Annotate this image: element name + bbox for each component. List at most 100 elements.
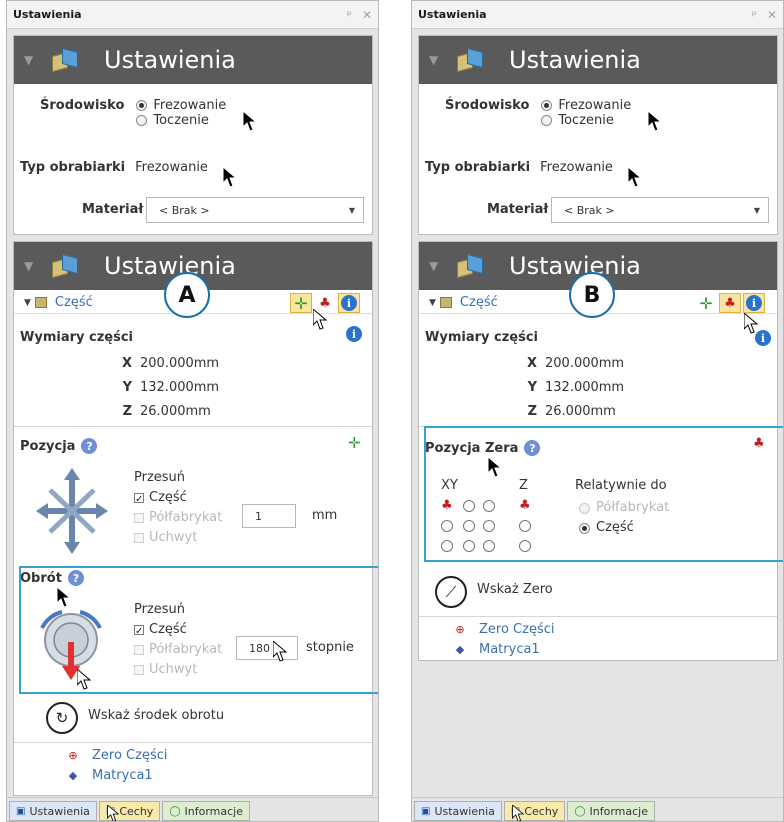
move-options: Przesuń Część Półfabrykat Uchwyt — [134, 468, 222, 548]
expand-triangle-icon[interactable]: ▼ — [429, 298, 436, 308]
tab-label: Informacje — [184, 804, 244, 818]
radio-label: Frezowanie — [558, 98, 632, 113]
tree-item-part-zero[interactable]: ⊕ Zero Części — [453, 622, 554, 637]
section-header[interactable]: ▼ Ustawienia — [419, 36, 777, 84]
move-arrows-icon: ✛ — [699, 293, 713, 313]
info-icon[interactable]: i — [755, 330, 771, 346]
move-label: Przesuń — [134, 470, 186, 485]
checkbox[interactable] — [134, 533, 144, 543]
checkbox[interactable] — [134, 490, 144, 510]
section-header[interactable]: ▼ Ustawienia — [14, 36, 372, 84]
checkbox-label: Półfabrykat — [149, 510, 223, 525]
info-tool-button[interactable]: i — [743, 293, 765, 313]
settings-panel-b: Ustawienia ᵖ ✕ ▼ Ustawienia Środowisko F… — [411, 0, 784, 822]
info-icon: i — [746, 295, 762, 311]
checkbox-blank[interactable]: Półfabrykat — [134, 508, 222, 528]
checkbox-part[interactable]: Część — [134, 488, 222, 510]
pick-rotation-center-button[interactable]: ↻ — [46, 702, 78, 734]
close-icon[interactable]: ✕ — [767, 8, 777, 22]
material-label: Materiał — [487, 202, 549, 217]
tab-info[interactable]: ◯ Informacje — [567, 801, 656, 821]
section-title: Ustawienia — [104, 46, 236, 74]
collapse-triangle-icon[interactable]: ▼ — [24, 53, 42, 67]
settings-tab-icon: ▣ — [421, 805, 431, 817]
chevron-down-icon[interactable]: ▼ — [754, 206, 760, 215]
tree-item-label: Matryca1 — [479, 642, 540, 657]
info-icon[interactable]: i — [346, 326, 362, 342]
chevron-down-icon[interactable]: ▼ — [349, 206, 355, 215]
tab-label: Ustawienia — [29, 804, 90, 818]
divider — [14, 742, 372, 743]
info-tab-icon: ◯ — [169, 805, 181, 817]
zero-axis-icon: ♣ — [319, 295, 331, 311]
zero-tool-button[interactable]: ♣ — [719, 293, 741, 313]
radio-button[interactable] — [136, 115, 148, 126]
tab-features[interactable]: ▣ Cechy — [503, 801, 566, 821]
material-dropdown[interactable]: < Brak > ▼ — [551, 197, 769, 223]
tree-item-die[interactable]: ◆ Matryca1 — [66, 768, 153, 783]
expand-triangle-icon[interactable]: ▼ — [24, 298, 31, 308]
pick-zero-button[interactable]: ⟋ — [435, 576, 467, 608]
radio-button[interactable] — [541, 115, 553, 126]
move-arrows-icon: ✛ — [348, 434, 361, 452]
zero-tool-button[interactable]: ♣ — [314, 293, 336, 313]
material-dropdown[interactable]: < Brak > ▼ — [146, 197, 364, 223]
close-icon[interactable]: ✕ — [362, 8, 372, 22]
tree-item-die[interactable]: ◆ Matryca1 — [453, 642, 540, 657]
move-tool-button[interactable]: ✛ — [695, 293, 717, 313]
pin-icon[interactable]: ᵖ — [752, 8, 757, 22]
pin-icon[interactable]: ᵖ — [347, 8, 352, 22]
checkbox[interactable] — [134, 513, 144, 523]
part-setup-section: ▼ Ustawienia ▼ Część ✛ ♣ i A Wymiary czę… — [13, 241, 373, 796]
move-tool-button[interactable]: ✛ — [290, 293, 312, 313]
collapse-triangle-icon[interactable]: ▼ — [429, 53, 447, 67]
section-title: Ustawienia — [509, 46, 641, 74]
machine-type-value: Frezowanie — [135, 160, 208, 175]
environment-label: Środowisko — [40, 98, 125, 113]
radio-button[interactable] — [541, 100, 553, 111]
axis-label: X — [121, 356, 132, 371]
callout-a: A — [164, 272, 210, 318]
tab-info[interactable]: ◯ Informacje — [162, 801, 251, 821]
info-tool-button[interactable]: i — [338, 293, 360, 313]
machine-type-label: Typ obrabiarki — [20, 160, 126, 175]
checkbox-label: Uchwyt — [149, 530, 198, 545]
panel-titlebar: Ustawienia ᵖ ✕ — [412, 1, 783, 29]
radio-turning[interactable]: Toczenie — [136, 113, 226, 128]
setup-cube-icon — [457, 253, 485, 279]
axis-label: X — [526, 356, 537, 371]
checkbox-fixture[interactable]: Uchwyt — [134, 528, 222, 548]
radio-button[interactable] — [136, 100, 148, 111]
move-arrows-icon: ✛ — [294, 293, 308, 313]
radio-turning[interactable]: Toczenie — [541, 113, 631, 128]
machine-type-row: Typ obrabiarki Frezowanie — [20, 160, 208, 175]
tab-settings[interactable]: ▣ Ustawienia — [9, 801, 97, 821]
part-zero-icon: ⊕ — [455, 623, 465, 636]
move-distance-input[interactable]: 1 — [242, 504, 296, 528]
radio-milling[interactable]: Frezowanie — [541, 98, 631, 113]
collapse-triangle-icon[interactable]: ▼ — [24, 259, 42, 273]
dimension-z: Z 26.000mm — [114, 404, 211, 419]
dimension-y: Y 132.000mm — [519, 380, 625, 395]
tab-label: Informacje — [589, 804, 649, 818]
dimension-z: Z 26.000mm — [519, 404, 616, 419]
tree-item-part-zero[interactable]: ⊕ Zero Części — [66, 748, 167, 763]
collapse-triangle-icon[interactable]: ▼ — [429, 259, 447, 273]
radio-milling[interactable]: Frezowanie — [136, 98, 226, 113]
panel-title: Ustawienia — [418, 8, 487, 21]
radio-label: Toczenie — [153, 113, 209, 128]
material-row: Materiał — [82, 202, 143, 217]
setup-cube-icon — [52, 253, 80, 279]
checkbox-label: Część — [149, 490, 187, 505]
settings-tab-icon: ▣ — [16, 805, 26, 817]
part-dimensions-label: Wymiary części — [20, 330, 133, 345]
part-label[interactable]: Część — [55, 295, 93, 310]
dimension-x: X 200.000mm — [114, 356, 219, 371]
axis-label: Y — [122, 380, 132, 395]
part-label[interactable]: Część — [460, 295, 498, 310]
dimension-value: 132.000mm — [140, 380, 220, 395]
tab-features[interactable]: ▣ Cechy — [98, 801, 161, 821]
callout-b: B — [569, 272, 615, 318]
help-icon[interactable]: ? — [81, 438, 98, 454]
tab-settings[interactable]: ▣ Ustawienia — [414, 801, 502, 821]
